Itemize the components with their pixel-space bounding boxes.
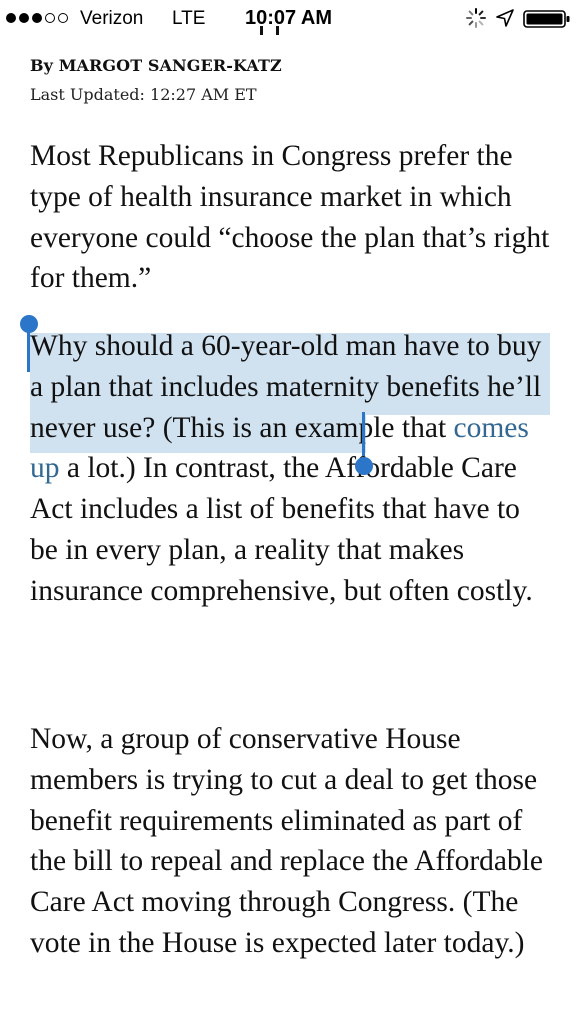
article-paragraph-3: Now, a group of conservative House membe… [30, 723, 544, 959]
cropped-headline-fragment [260, 26, 279, 35]
battery-icon [523, 10, 570, 28]
selection-end-handle[interactable] [355, 457, 373, 475]
paragraph-text: (This is an example that [155, 411, 454, 444]
article-paragraph-1: Most Republicans in Congress prefer the … [30, 140, 550, 295]
paragraph-text: a lot.) In contrast, the Affordable Care… [30, 452, 533, 607]
location-arrow-icon [496, 9, 514, 27]
selection-end-caret [362, 412, 365, 456]
activity-spinner-icon [466, 8, 486, 28]
selection-start-caret [27, 328, 30, 372]
last-updated-timestamp: Last Updated: 12:27 AM ET [30, 85, 257, 104]
article-paragraph-2[interactable]: Why should a 60-year-old man have to buy… [30, 326, 550, 612]
article-byline: By MARGOT SANGER-KATZ [30, 56, 282, 75]
